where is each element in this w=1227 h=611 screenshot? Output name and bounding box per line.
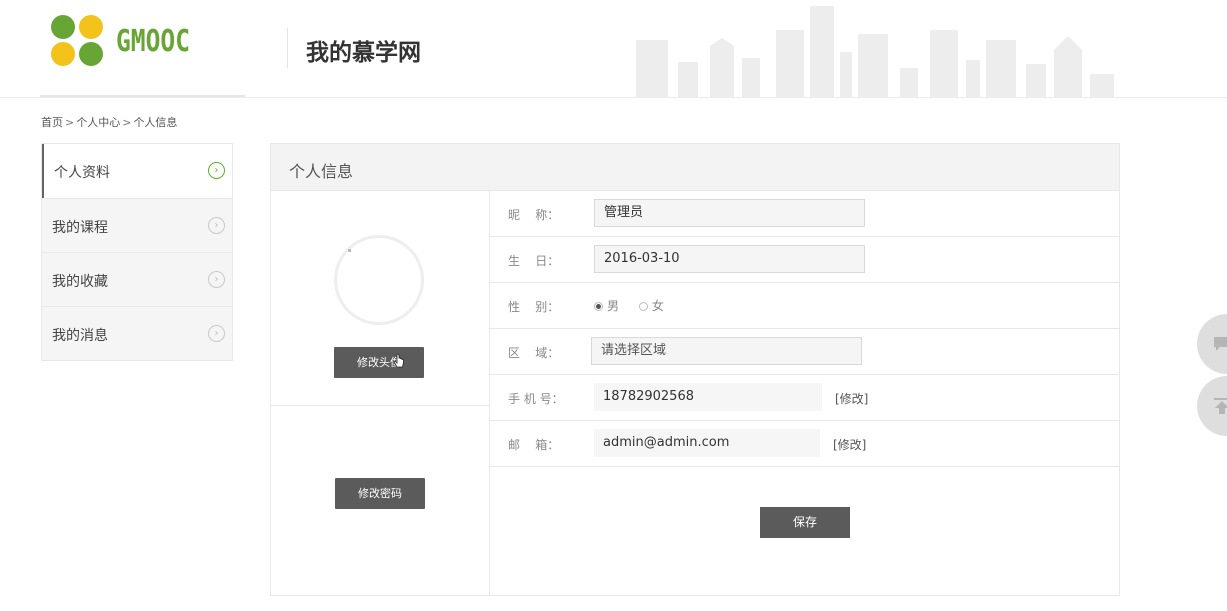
gender-option-female[interactable]: 女 — [638, 297, 664, 314]
radio-checked-icon[interactable] — [594, 302, 603, 311]
logo-text[interactable]: GMOOC — [116, 24, 190, 59]
gender-option-male[interactable]: 男 — [594, 297, 619, 314]
cursor-hand-icon — [393, 354, 404, 368]
back-to-top-icon — [1214, 398, 1227, 414]
email-label: 邮 箱： — [508, 438, 560, 452]
site-title: 我的慕学网 — [306, 40, 421, 66]
chevron-right-icon: › — [208, 162, 225, 179]
profile-form: 昵 称： 管理员 生 日： 2016-03-10 性 别： 男 女 区 域： 请… — [490, 191, 1119, 467]
form-row-region: 区 域： 请选择区域 — [490, 329, 1119, 375]
skyline-graphic — [636, 6, 1114, 98]
sidebar-item-label: 我的收藏 — [52, 274, 108, 290]
breadcrumb-separator: > — [122, 116, 132, 129]
edit-email-link[interactable]: [修改] — [833, 436, 866, 453]
region-label: 区 域： — [508, 346, 560, 360]
sidebar-item-courses[interactable]: 我的课程 › — [42, 198, 232, 252]
breadcrumb-home[interactable]: 首页 — [41, 114, 63, 130]
panel-header: 个人信息 — [271, 144, 1119, 191]
avatar-section: 修改头像 — [271, 191, 489, 406]
change-avatar-button[interactable]: 修改头像 — [334, 347, 424, 378]
edit-phone-link[interactable]: [修改] — [835, 390, 868, 407]
birthday-label: 生 日： — [508, 254, 560, 268]
form-row-email: 邮 箱： admin@admin.com [修改] — [490, 421, 1119, 467]
save-button[interactable]: 保存 — [760, 507, 850, 538]
breadcrumb: 首页 > 个人中心 > 个人信息 — [41, 114, 177, 130]
gender-label: 性 别： — [508, 300, 560, 314]
change-password-button[interactable]: 修改密码 — [335, 478, 425, 509]
back-to-top-button[interactable] — [1197, 376, 1227, 436]
header-divider — [287, 28, 288, 68]
header-divider-line — [0, 97, 1227, 98]
chat-icon — [1214, 337, 1227, 351]
sidebar-item-messages[interactable]: 我的消息 › — [42, 306, 232, 360]
chevron-right-icon: › — [208, 217, 225, 234]
avatar-column: 修改头像 修改密码 — [271, 191, 490, 596]
avatar-placeholder-mark — [348, 249, 351, 252]
gender-option-label: 女 — [651, 299, 664, 313]
sidebar-item-profile[interactable]: 个人资料 › — [42, 144, 232, 198]
chat-float-button[interactable] — [1197, 314, 1227, 374]
breadcrumb-separator: > — [65, 116, 75, 129]
panel-title: 个人信息 — [289, 162, 354, 181]
logo-clover-icon[interactable] — [50, 13, 106, 69]
sidebar-item-favorites[interactable]: 我的收藏 › — [42, 252, 232, 306]
phone-field[interactable]: 18782902568 — [594, 383, 822, 411]
form-row-phone: 手 机 号： 18782902568 [修改] — [490, 375, 1119, 421]
sidebar-item-label: 个人资料 — [54, 165, 110, 181]
radio-unchecked-icon[interactable] — [638, 302, 648, 311]
form-row-gender: 性 别： 男 女 — [490, 283, 1119, 329]
form-row-birthday: 生 日： 2016-03-10 — [490, 237, 1119, 283]
nickname-label: 昵 称： — [508, 208, 560, 222]
gender-radio-group: 男 女 — [594, 297, 680, 314]
gender-option-label: 男 — [607, 299, 620, 313]
birthday-field[interactable]: 2016-03-10 — [594, 245, 865, 273]
breadcrumb-current: 个人信息 — [133, 116, 178, 129]
breadcrumb-user-center[interactable]: 个人中心 — [76, 114, 120, 130]
phone-label: 手 机 号： — [508, 392, 564, 406]
sidebar: 个人资料 › 我的课程 › 我的收藏 › 我的消息 › — [41, 143, 233, 361]
region-select[interactable]: 请选择区域 — [591, 337, 862, 365]
sidebar-item-label: 我的课程 — [52, 220, 108, 236]
profile-panel: 个人信息 修改头像 修改密码 昵 称： 管理员 生 日： 2016-03-10 … — [270, 143, 1120, 596]
nickname-field[interactable]: 管理员 — [594, 199, 865, 227]
form-row-nickname: 昵 称： 管理员 — [490, 191, 1119, 237]
site-header: GMOOC 我的慕学网 — [0, 0, 1227, 98]
email-field[interactable]: admin@admin.com — [594, 429, 820, 457]
avatar — [334, 235, 424, 325]
sidebar-item-label: 我的消息 — [52, 328, 108, 344]
chevron-right-icon: › — [208, 271, 225, 288]
chevron-right-icon: › — [208, 325, 225, 342]
